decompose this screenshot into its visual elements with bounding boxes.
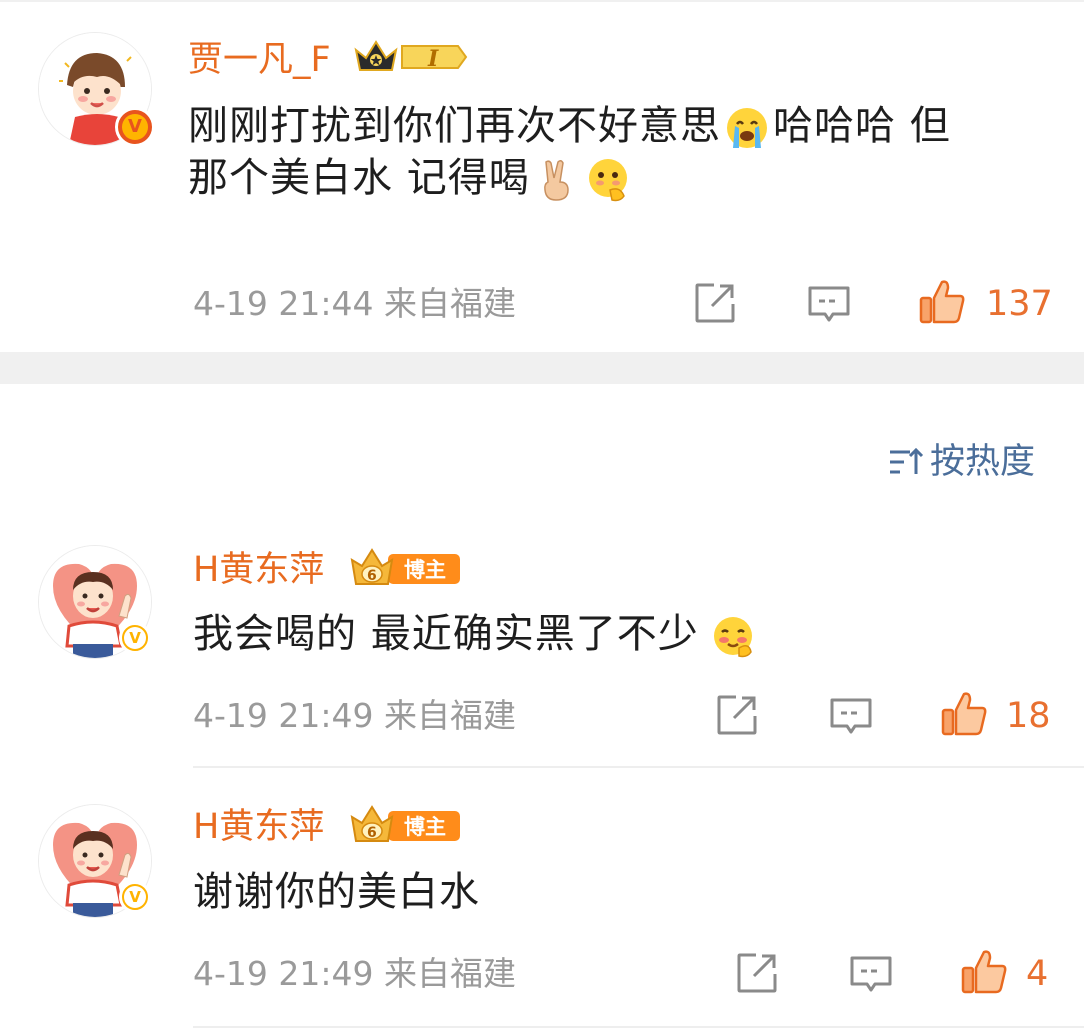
blogger-badge: 博主 6 — [350, 805, 460, 842]
comment-divider — [193, 766, 1084, 768]
avatar[interactable]: V — [38, 545, 152, 659]
comment-text: 谢谢你的美白水 — [193, 869, 480, 915]
sort-label: 按热度 — [930, 442, 1036, 482]
verified-badge: V — [119, 881, 151, 913]
username[interactable]: H黄东萍 — [193, 550, 324, 590]
username[interactable]: 贾一凡_F — [188, 40, 331, 80]
like-count: 4 — [1026, 954, 1049, 994]
username[interactable]: H黄东萍 — [193, 807, 324, 847]
svg-text:6: 6 — [367, 825, 377, 841]
like-count: 137 — [986, 284, 1053, 324]
comment-meta: 4-19 21:49 来自福建 — [193, 954, 516, 994]
blogger-badge: 博主 6 — [350, 548, 460, 585]
svg-text:I: I — [427, 46, 439, 72]
comment-meta: 4-19 21:49 来自福建 — [193, 696, 516, 736]
comment-icon[interactable] — [807, 284, 851, 324]
like-icon[interactable] — [940, 690, 988, 736]
comment-icon[interactable] — [849, 954, 893, 994]
blushing-face-emoji — [713, 617, 752, 658]
sort-icon — [890, 447, 924, 474]
verified-badge: V — [115, 107, 155, 147]
avatar[interactable]: V — [38, 32, 155, 147]
verified-badge: V — [119, 622, 151, 654]
location: 来自福建 — [384, 696, 516, 735]
timestamp: 4-19 21:49 — [193, 954, 374, 993]
like-icon[interactable] — [960, 948, 1008, 994]
share-icon[interactable] — [694, 282, 736, 324]
location: 来自福建 — [384, 954, 516, 993]
svg-text:博主: 博主 — [404, 558, 446, 582]
victory-hand-emoji — [543, 159, 569, 201]
avatar[interactable]: V — [38, 804, 152, 918]
location: 来自福建 — [384, 284, 516, 323]
timestamp: 4-19 21:49 — [193, 696, 374, 735]
comment-text: 刚刚打扰到你们再次不好意思 哈哈哈 但那个美白水 记得喝 — [188, 100, 1048, 204]
svg-text:6: 6 — [367, 568, 377, 584]
comment-icon[interactable] — [829, 696, 873, 736]
timestamp: 4-19 21:44 — [193, 284, 374, 323]
crying-face-emoji — [727, 108, 767, 148]
share-icon[interactable] — [716, 694, 758, 736]
like-icon[interactable] — [918, 278, 966, 324]
like-count: 18 — [1006, 696, 1051, 736]
share-icon[interactable] — [736, 952, 778, 994]
sort-by-hot-button[interactable]: 按热度 — [888, 440, 1035, 484]
member-level-badge: I — [354, 40, 468, 72]
comment-text: 我会喝的 最近确实黑了不少 — [193, 608, 1053, 660]
comment-divider — [193, 1026, 1084, 1028]
thinking-face-emoji — [588, 159, 627, 202]
top-divider — [0, 0, 1084, 2]
svg-text:博主: 博主 — [404, 815, 446, 839]
comment-meta: 4-19 21:44 来自福建 — [193, 284, 516, 324]
section-divider — [0, 352, 1084, 384]
